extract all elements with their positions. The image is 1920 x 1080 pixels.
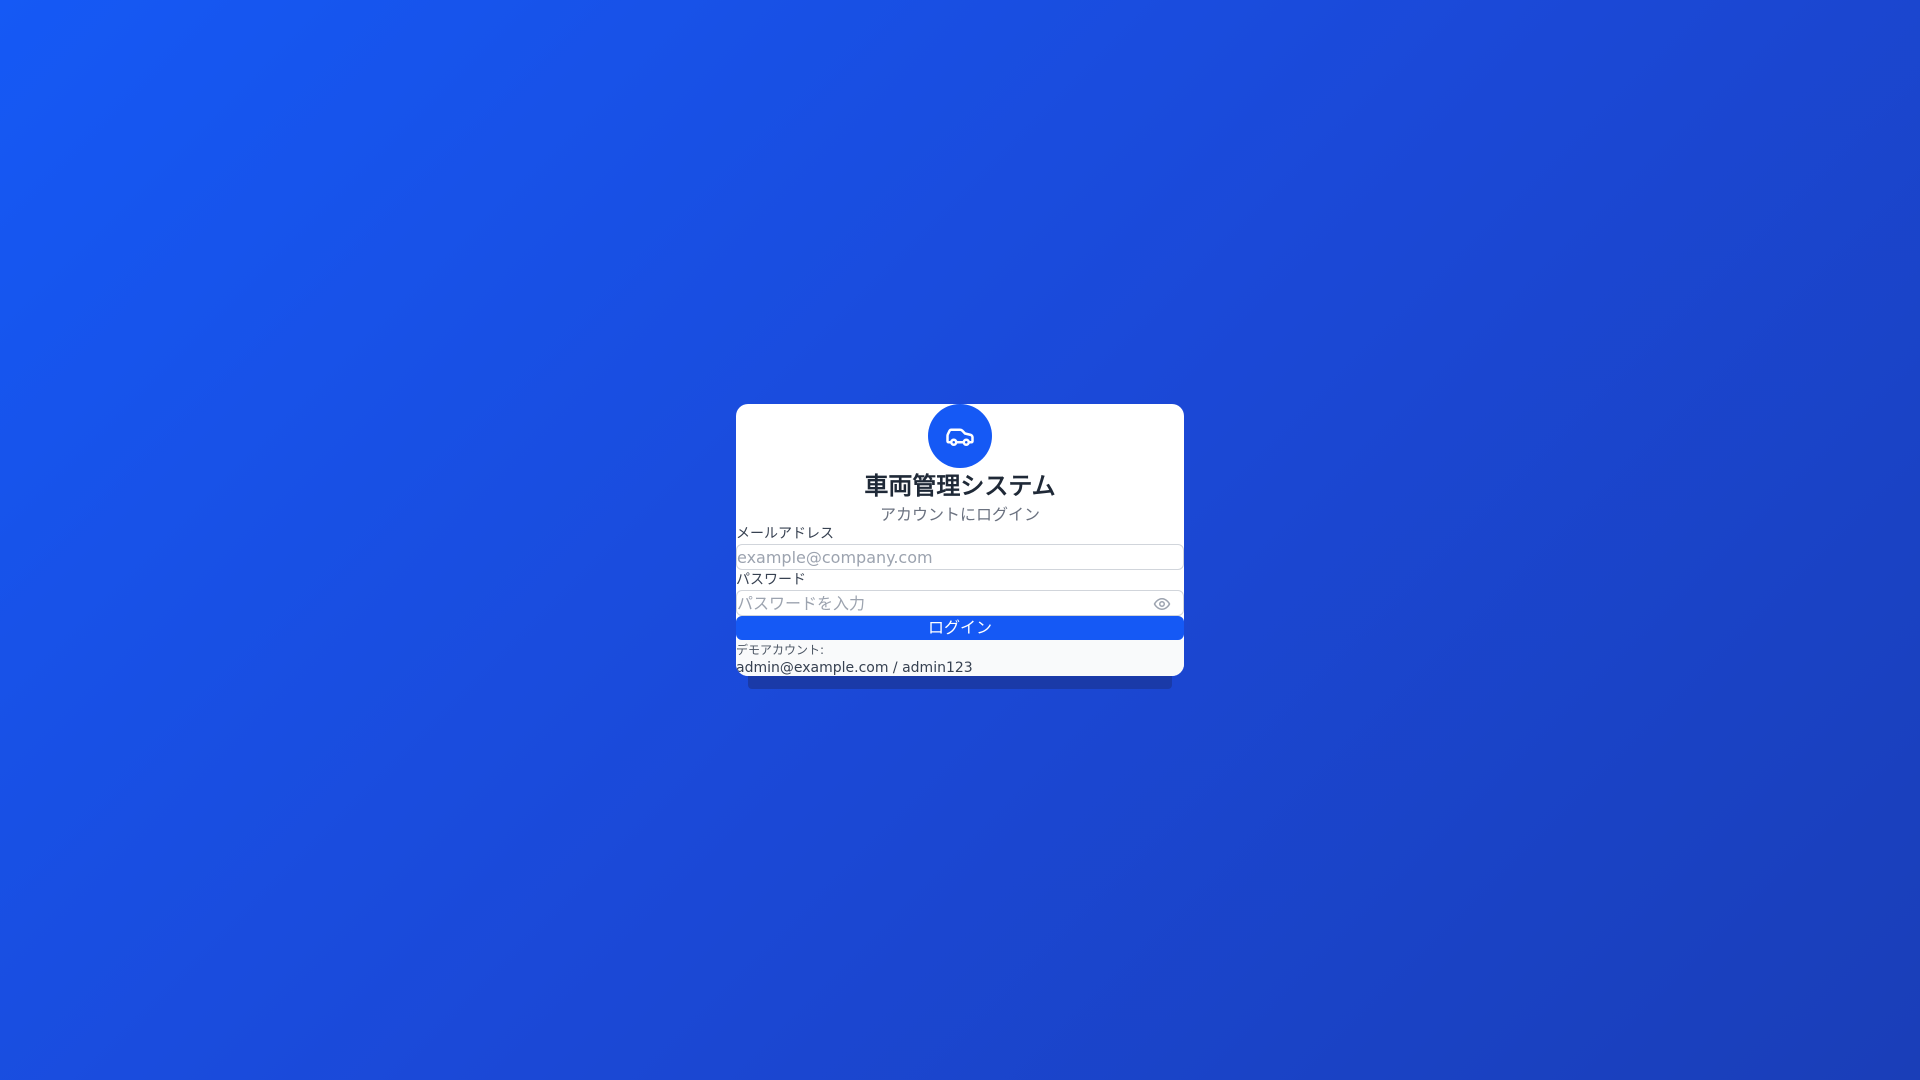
demo-account-label: デモアカウント: [736,643,825,657]
login-button[interactable]: ログイン [736,616,1184,640]
logo-badge [928,404,992,468]
login-card: 車両管理システム アカウントにログイン メールアドレス パスワード ログイン デ… [736,404,1184,676]
car-icon [946,428,974,446]
password-visibility-toggle[interactable] [1150,592,1174,616]
demo-account-credentials: admin@example.com / admin123 [736,660,973,676]
password-label: パスワード [736,572,806,588]
email-label: メールアドレス [736,526,834,542]
demo-account-box: デモアカウント: admin@example.com / admin123 [736,640,1184,676]
eye-icon [1153,598,1171,610]
password-input[interactable] [736,590,1184,616]
email-input[interactable] [736,544,1184,570]
app-title: 車両管理システム [864,472,1056,500]
